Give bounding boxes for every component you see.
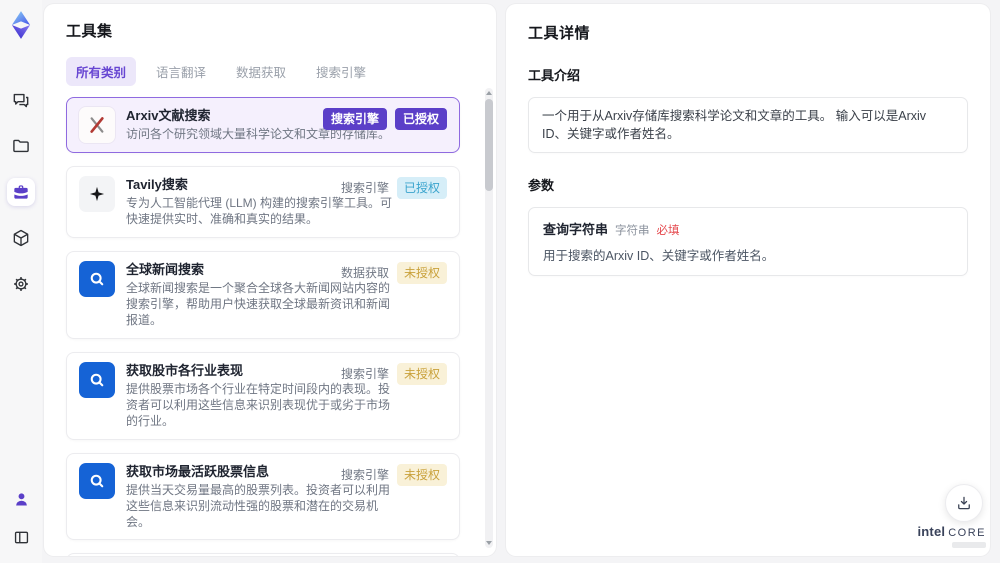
tool-description: 提供当天交易量最高的股票列表。投资者可以利用这些信息来识别流动性强的股票和潜在的… [126, 482, 391, 529]
tool-list-scrollbar[interactable] [485, 88, 493, 548]
download-button[interactable] [945, 484, 983, 522]
tool-card-arxiv[interactable]: Arxiv文献搜索 访问各个研究领域大量科学论文和文章的存储库。 搜索引擎 已授… [66, 97, 460, 153]
auth-badge: 未授权 [396, 362, 447, 385]
intel-core-logo: intel core [917, 524, 986, 548]
auth-badge: 未授权 [396, 261, 447, 284]
nav-toolbox-icon[interactable] [7, 178, 35, 206]
badges: 搜索引擎 已授权 [322, 108, 447, 130]
intro-text-box: 一个用于从Arxiv存储库搜索科学论文和文章的工具。 输入可以是Arxiv ID… [528, 97, 968, 154]
toolset-title: 工具集 [66, 23, 113, 40]
nav-package-icon[interactable] [7, 224, 35, 252]
category-tabs: 所有类别 语言翻译 数据获取 搜索引擎 [66, 57, 474, 86]
badges: 数据获取 未授权 [340, 261, 447, 284]
badges: 搜索引擎 已授权 [341, 177, 447, 199]
core-wordmark: core [948, 527, 986, 539]
tavily-star-icon [79, 176, 115, 212]
tool-card-regional-news[interactable]: 万维地区新闻查询 查询具体行政区划内的新闻，快速了解各地新闻动态。 搜索引擎 未… [66, 553, 460, 556]
category-badge: 数据获取 [340, 265, 389, 280]
param-description: 用于搜索的Arxiv ID、关键字或作者姓名。 [543, 249, 775, 264]
intro-heading: 工具介绍 [528, 68, 581, 83]
tool-card-tavily[interactable]: Tavily搜索 专为人工智能代理 (LLM) 构建的搜索引擎工具。可快速提供实… [66, 166, 460, 238]
nav-chat-icon[interactable] [7, 86, 35, 114]
category-badge: 搜索引擎 [340, 366, 389, 381]
search-app-icon [79, 361, 115, 398]
arxiv-logo-icon [79, 107, 115, 143]
app-rail [0, 0, 42, 563]
rail-nav [7, 86, 35, 298]
tool-card-global-news[interactable]: 全球新闻搜索 全球新闻搜索是一个聚合全球各大新闻网站内容的搜索引擎，帮助用户快速… [66, 250, 460, 339]
download-icon [958, 496, 970, 510]
tool-card-active-stocks[interactable]: 获取市场最活跃股票信息 提供当天交易量最高的股票列表。投资者可以利用这些信息来识… [66, 452, 460, 541]
tool-description: 专为人工智能代理 (LLM) 构建的搜索引擎工具。可快速提供实时、准确和真实的结… [126, 196, 393, 226]
auth-badge: 未授权 [396, 463, 447, 486]
tool-detail-panel: 工具详情 工具介绍 一个用于从Arxiv存储库搜索科学论文和文章的工具。 输入可… [506, 4, 990, 556]
nav-folder-icon[interactable] [7, 132, 35, 160]
tab-all-categories[interactable]: 所有类别 [66, 57, 137, 86]
search-app-icon [79, 462, 115, 499]
toolset-panel: 工具集 所有类别 语言翻译 数据获取 搜索引擎 Arxiv文献搜索 访问各个研究… [44, 4, 496, 556]
nav-settings-gear-icon[interactable] [7, 270, 35, 298]
scrollbar-down-arrow-icon[interactable] [486, 541, 492, 545]
app-logo-icon[interactable] [6, 8, 36, 42]
scrollbar-up-arrow-icon[interactable] [486, 91, 492, 95]
tab-language-translation[interactable]: 语言翻译 [146, 57, 216, 86]
tab-data-fetch[interactable]: 数据获取 [226, 57, 296, 86]
param-required-flag: 必填 [656, 225, 680, 238]
tab-search-engine[interactable]: 搜索引擎 [306, 57, 376, 86]
param-head: 查询字符串 字符串 必填 [543, 219, 953, 238]
scrollbar-thumb[interactable] [485, 99, 493, 191]
param-type: 字符串 [615, 225, 650, 238]
badges: 搜索引擎 未授权 [340, 362, 447, 385]
auth-badge: 已授权 [396, 177, 447, 199]
intel-wordmark: intel [917, 524, 946, 539]
collapse-panel-icon[interactable] [7, 523, 35, 551]
search-app-icon [79, 260, 115, 297]
user-avatar-icon[interactable] [7, 485, 35, 513]
param-card: 查询字符串 字符串 必填 用于搜索的Arxiv ID、关键字或作者姓名。 [528, 207, 968, 277]
tool-card-stock-sector[interactable]: 获取股市各行业表现 提供股票市场各个行业在特定时间段内的表现。投资者可以利用这些… [66, 351, 460, 440]
detail-title: 工具详情 [528, 25, 591, 42]
category-badge: 搜索引擎 [322, 108, 387, 130]
tool-description: 提供股票市场各个行业在特定时间段内的表现。投资者可以利用这些信息来识别表现优于或… [126, 381, 391, 428]
auth-badge: 已授权 [394, 108, 447, 130]
param-name: 查询字符串 [543, 222, 609, 238]
params-heading: 参数 [528, 178, 555, 194]
tool-description: 全球新闻搜索是一个聚合全球各大新闻网站内容的搜索引擎，帮助用户快速获取全球最新资… [126, 280, 391, 327]
badges: 搜索引擎 未授权 [340, 463, 447, 486]
tool-list: Arxiv文献搜索 访问各个研究领域大量科学论文和文章的存储库。 搜索引擎 已授… [66, 97, 474, 556]
category-badge: 搜索引擎 [340, 467, 389, 482]
category-badge: 搜索引擎 [340, 181, 389, 195]
rail-bottom [7, 485, 35, 551]
intel-sub-badge [952, 542, 986, 548]
